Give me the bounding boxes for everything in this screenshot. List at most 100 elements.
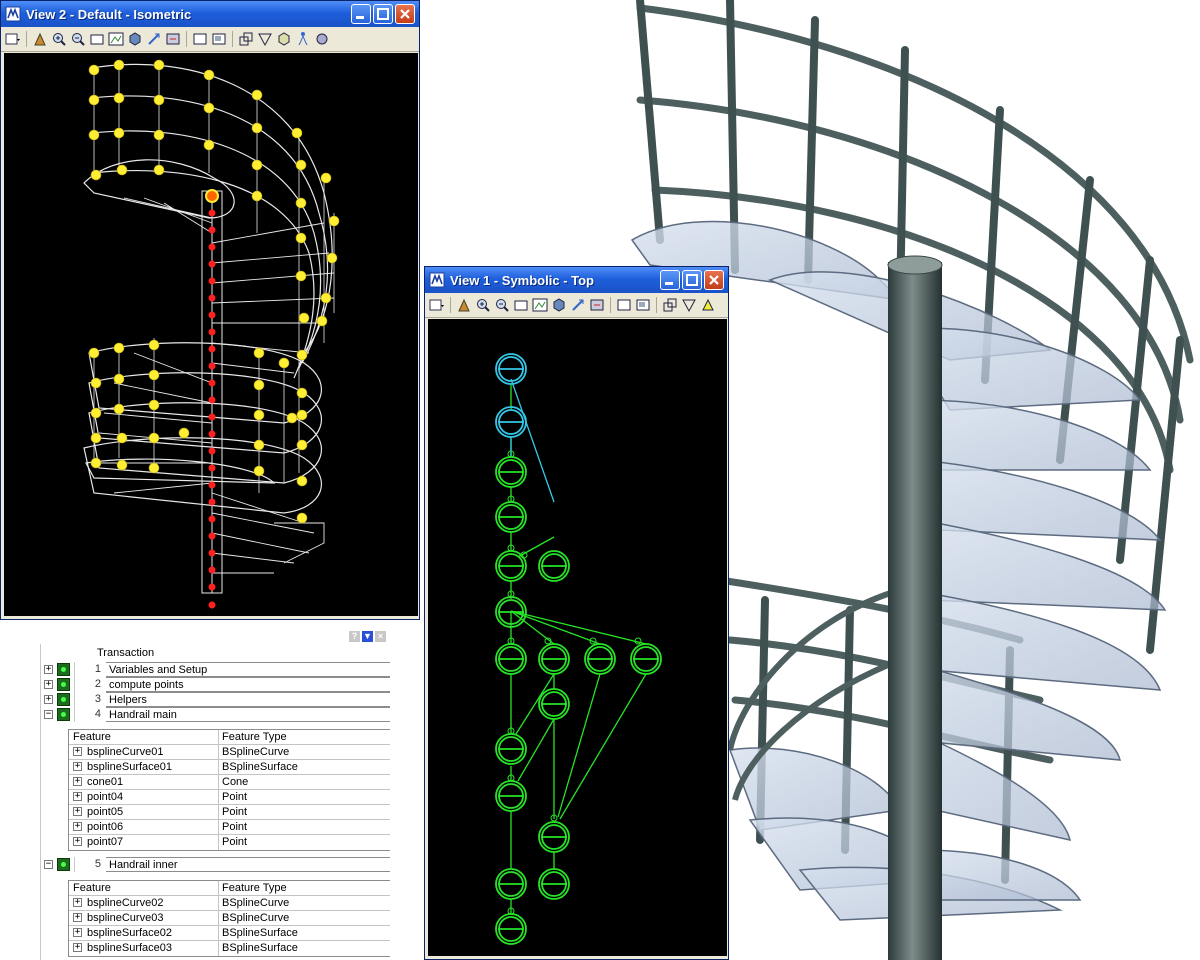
minimize-icon (665, 282, 673, 285)
feature-row[interactable]: + point05 Point (69, 805, 390, 820)
transaction-number: 1 (74, 662, 104, 677)
expand-icon[interactable]: + (73, 898, 82, 907)
expand-icon[interactable]: + (73, 762, 82, 771)
minimize-button[interactable] (351, 4, 371, 24)
transaction-row-3[interactable]: + 3 Helpers (40, 692, 390, 707)
close-button[interactable] (395, 4, 415, 24)
fit-view-icon[interactable] (108, 31, 124, 47)
view-next-icon[interactable] (192, 31, 208, 47)
view-previous-icon[interactable] (165, 31, 181, 47)
expand-icon[interactable]: + (73, 807, 82, 816)
view-attributes-icon[interactable] (5, 31, 21, 47)
transaction-name: Variables and Setup (106, 662, 390, 677)
transaction-number: 3 (74, 692, 104, 707)
view2-viewport[interactable] (4, 53, 418, 616)
feature-row[interactable]: + bsplineCurve02 BSplineCurve (69, 896, 390, 911)
feature-type: BSplineCurve (222, 897, 290, 909)
feature-row[interactable]: + point04 Point (69, 790, 390, 805)
feature-row[interactable]: + point07 Point (69, 835, 390, 850)
transaction-column-header: Transaction (97, 647, 155, 659)
minimize-button[interactable] (660, 270, 680, 290)
pan-view-icon[interactable] (570, 297, 586, 313)
rotate-view-icon[interactable] (551, 297, 567, 313)
transaction-row-1[interactable]: + 1 Variables and Setup (40, 662, 390, 677)
transaction-name: compute points (106, 677, 390, 692)
display-style-icon[interactable] (314, 31, 330, 47)
copy-view-icon[interactable] (635, 297, 651, 313)
display-style-icon[interactable] (700, 297, 716, 313)
expand-icon[interactable]: + (73, 747, 82, 756)
expand-icon[interactable]: + (44, 695, 53, 704)
maximize-button[interactable] (682, 270, 702, 290)
status-indicator[interactable] (57, 708, 70, 721)
update-view-icon[interactable] (456, 297, 472, 313)
update-view-icon[interactable] (32, 31, 48, 47)
expand-icon[interactable]: + (44, 680, 53, 689)
zoom-in-icon[interactable] (475, 297, 491, 313)
status-indicator[interactable] (57, 663, 70, 676)
expand-icon[interactable]: + (73, 822, 82, 831)
expand-icon[interactable]: + (44, 665, 53, 674)
feature-row[interactable]: + bsplineCurve03 BSplineCurve (69, 911, 390, 926)
expand-icon[interactable]: + (73, 792, 82, 801)
fit-view-icon[interactable] (532, 297, 548, 313)
rotate-view-icon[interactable] (127, 31, 143, 47)
transaction-panel: ? ▼ × Transaction + 1 Variables and Setu… (20, 630, 390, 960)
close-icon: × (377, 631, 384, 641)
feature-row[interactable]: + bsplineSurface03 BSplineSurface (69, 941, 390, 956)
zoom-in-icon[interactable] (51, 31, 67, 47)
window-area-icon[interactable] (513, 297, 529, 313)
copy-view-icon[interactable] (211, 31, 227, 47)
feature-type-column-header: Feature Type (222, 882, 287, 894)
expand-icon[interactable]: + (73, 943, 82, 952)
view-next-icon[interactable] (616, 297, 632, 313)
zoom-out-icon[interactable] (494, 297, 510, 313)
feature-type: Point (222, 821, 248, 833)
expand-icon[interactable]: + (73, 777, 82, 786)
close-button[interactable] (704, 270, 724, 290)
clip-volume-icon[interactable] (662, 297, 678, 313)
feature-type: BSplineSurface (222, 761, 298, 773)
feature-row[interactable]: + point06 Point (69, 820, 390, 835)
expand-icon[interactable]: + (73, 837, 82, 846)
feature-name: point07 (85, 835, 219, 850)
feature-row[interactable]: + bsplineCurve01 BSplineCurve (69, 745, 390, 760)
feature-type-column-header: Feature Type (222, 731, 287, 743)
view-attributes-icon[interactable] (429, 297, 445, 313)
window-area-icon[interactable] (89, 31, 105, 47)
transaction-row-5[interactable]: − 5 Handrail inner (40, 857, 390, 872)
view2-titlebar[interactable]: View 2 - Default - Isometric (1, 1, 419, 27)
row-gutter (20, 644, 41, 960)
help-button[interactable]: ? (349, 631, 360, 642)
render-icon[interactable] (276, 31, 292, 47)
view2-window[interactable]: View 2 - Default - Isometric (0, 0, 420, 620)
view1-titlebar[interactable]: View 1 - Symbolic - Top (425, 267, 728, 293)
panel-close-button[interactable]: × (375, 631, 386, 642)
expand-icon[interactable]: + (73, 928, 82, 937)
collapse-icon[interactable]: − (44, 710, 53, 719)
close-icon (709, 275, 719, 285)
camera-icon[interactable] (681, 297, 697, 313)
pan-view-icon[interactable] (146, 31, 162, 47)
view-previous-icon[interactable] (589, 297, 605, 313)
maximize-button[interactable] (373, 4, 393, 24)
status-indicator[interactable] (57, 678, 70, 691)
feature-row[interactable]: + bsplineSurface01 BSplineSurface (69, 760, 390, 775)
camera-icon[interactable] (257, 31, 273, 47)
expand-icon[interactable]: + (73, 913, 82, 922)
transaction-row-2[interactable]: + 2 compute points (40, 677, 390, 692)
zoom-out-icon[interactable] (70, 31, 86, 47)
collapse-icon[interactable]: − (44, 860, 53, 869)
transaction-row-4[interactable]: − 4 Handrail main (40, 707, 390, 722)
status-indicator[interactable] (57, 693, 70, 706)
view2-title: View 2 - Default - Isometric (26, 6, 192, 22)
feature-row[interactable]: + cone01 Cone (69, 775, 390, 790)
feature-name: bsplineSurface02 (85, 926, 219, 940)
walk-icon[interactable] (295, 31, 311, 47)
status-indicator[interactable] (57, 858, 70, 871)
feature-row[interactable]: + bsplineSurface02 BSplineSurface (69, 926, 390, 941)
view1-window[interactable]: View 1 - Symbolic - Top (424, 266, 729, 960)
view1-graph-viewport[interactable] (428, 319, 727, 956)
clip-volume-icon[interactable] (238, 31, 254, 47)
filter-button[interactable]: ▼ (362, 631, 373, 642)
